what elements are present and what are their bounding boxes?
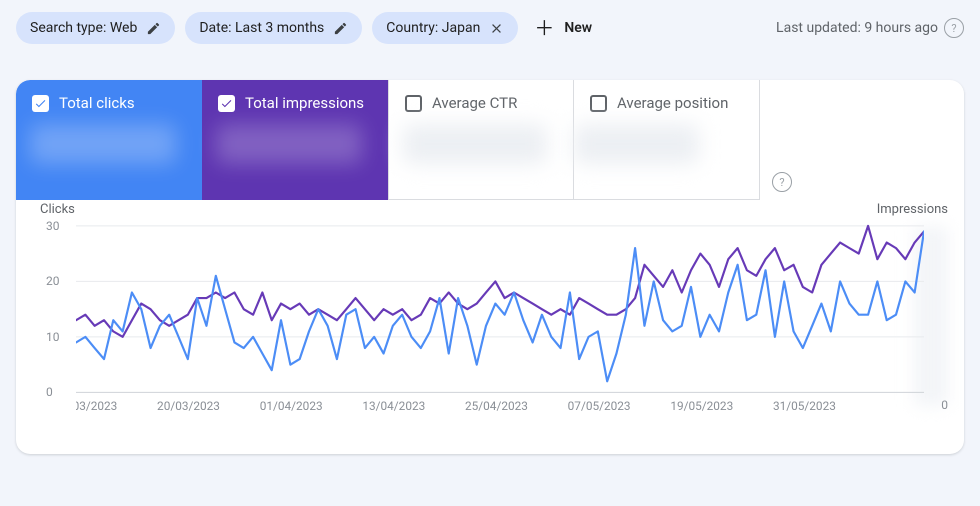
svg-text:07/05/2023: 07/05/2023 (568, 399, 631, 412)
chip-label: Country: Japan (386, 18, 480, 38)
plot-area[interactable]: 08/03/2023 20/03/2023 01/04/2023 13/04/2023… (76, 220, 924, 412)
pencil-icon (332, 20, 348, 36)
metric-label: Average position (617, 94, 728, 112)
svg-text:25/04/2023: 25/04/2023 (465, 399, 528, 412)
svg-text:31/05/2023: 31/05/2023 (773, 399, 836, 412)
close-icon[interactable] (488, 20, 504, 36)
plus-icon: ＋ (534, 18, 554, 38)
y-tick: 30 (46, 219, 60, 233)
y-tick: 10 (46, 330, 60, 344)
metric-tabs: Total clicks Total impressions Average C… (16, 80, 964, 200)
performance-chart: Clicks Impressions 0 08/03/202320/03/202… (32, 212, 948, 442)
add-filter-button[interactable]: ＋ New (528, 12, 602, 44)
chip-label: Search type: Web (30, 18, 137, 38)
right-axis-tick: 0 (941, 398, 948, 412)
performance-card: Total clicks Total impressions Average C… (16, 80, 964, 454)
date-chip[interactable]: Date: Last 3 months (185, 12, 362, 44)
new-label: New (564, 20, 592, 36)
checkbox-checked-icon (218, 95, 235, 112)
svg-text:01/04/2023: 01/04/2023 (260, 399, 323, 412)
pencil-icon (145, 20, 161, 36)
metric-total-impressions[interactable]: Total impressions (202, 80, 388, 200)
y-tick: 20 (46, 274, 60, 288)
help-icon[interactable]: ? (944, 18, 964, 38)
search-type-chip[interactable]: Search type: Web (16, 12, 175, 44)
svg-text:20/03/2023: 20/03/2023 (157, 399, 220, 412)
metric-label: Average CTR (432, 94, 517, 112)
right-axis-title: Impressions (877, 202, 948, 217)
last-updated: Last updated: 9 hours ago ? (776, 18, 964, 38)
help-icon[interactable]: ? (772, 172, 792, 192)
metric-label: Total impressions (245, 94, 364, 112)
svg-text:13/04/2023: 13/04/2023 (362, 399, 425, 412)
left-axis-title: Clicks (40, 202, 75, 217)
svg-text:19/05/2023: 19/05/2023 (670, 399, 733, 412)
metric-label: Total clicks (59, 94, 135, 112)
chip-label: Date: Last 3 months (199, 18, 324, 38)
y-tick: 0 (46, 385, 53, 399)
filter-bar: Search type: Web Date: Last 3 months Cou… (16, 10, 964, 46)
checkbox-checked-icon (32, 95, 49, 112)
metric-average-position[interactable]: Average position (574, 80, 760, 200)
metric-average-ctr[interactable]: Average CTR (388, 80, 574, 200)
chart-svg: 08/03/2023 20/03/2023 01/04/2023 13/04/2023… (76, 220, 924, 412)
country-chip[interactable]: Country: Japan (372, 12, 518, 44)
checkbox-unchecked-icon (405, 95, 422, 112)
metric-total-clicks[interactable]: Total clicks (16, 80, 202, 200)
svg-text:08/03/2023: 08/03/2023 (76, 399, 117, 412)
updated-text: Last updated: 9 hours ago (776, 20, 938, 36)
checkbox-unchecked-icon (590, 95, 607, 112)
